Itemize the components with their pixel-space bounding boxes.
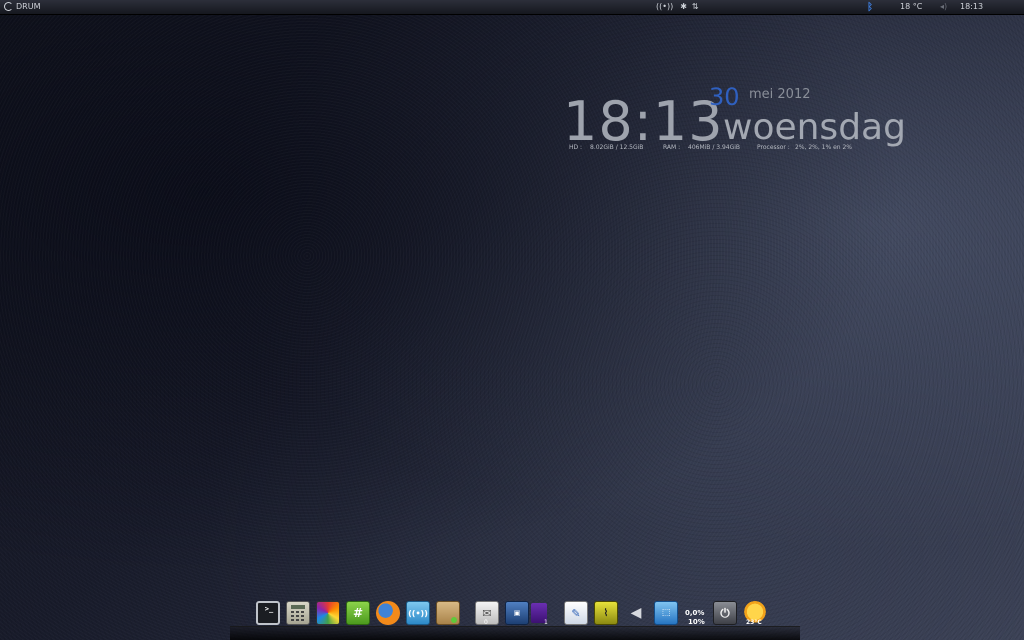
box-glyph-icon: ⬚: [661, 608, 671, 618]
bluetooth-icon[interactable]: ᛒ: [867, 2, 873, 13]
desktop-clock-time: 18:13: [563, 90, 724, 153]
speaker-glyph-icon: ◀: [630, 605, 642, 621]
weather-temperature: 18 °C: [900, 2, 923, 11]
pencil-glyph-icon: ✎: [571, 606, 581, 620]
activity-label: DRUM: [16, 2, 41, 11]
package-manager-icon[interactable]: [436, 601, 460, 625]
wallpaper-texture: [0, 0, 1024, 640]
power-icon[interactable]: ⏻: [713, 601, 737, 625]
mail-count-badge: 0: [484, 619, 488, 626]
power-glyph-icon: ⏻: [720, 605, 730, 620]
kde-launcher-icon[interactable]: [4, 2, 13, 11]
wireless-icon[interactable]: ((•)): [656, 2, 673, 11]
activity-switcher[interactable]: DRUM: [4, 2, 40, 11]
network-transfer-icon[interactable]: ⇅: [692, 2, 699, 11]
hd-label: HD :: [569, 144, 583, 151]
wifi-glyph-icon: ((•)): [408, 608, 428, 618]
speaker-icon[interactable]: ◂): [940, 2, 947, 11]
envelope-glyph-icon: ✉: [482, 606, 492, 620]
dock-shelf: [230, 626, 800, 640]
firefox-icon[interactable]: [376, 601, 400, 625]
hd-value: 8.02GiB / 12.5GiB: [590, 144, 644, 151]
install-badge-icon: [451, 617, 457, 623]
ram-value: 406MiB / 3.94GiB: [688, 144, 741, 151]
cpu-value: 2%, 2%, 1% en 2%: [795, 144, 853, 151]
text-editor-icon[interactable]: ✎: [564, 601, 588, 625]
desktop-clock-month-year: mei 2012: [749, 87, 811, 102]
wireless-manager-icon[interactable]: ((•)): [406, 601, 430, 625]
calculator-keys-icon: [291, 605, 305, 621]
panel-clock-time: 18:13: [960, 2, 984, 11]
top-panel: DRUM ((•)) ✱ ⇅ ᛒ 18 °C ◂) 18:13: [0, 0, 1024, 15]
bluetooth-tray[interactable]: ᛒ: [867, 2, 873, 13]
dropbox-icon[interactable]: ✱: [680, 2, 687, 11]
hash-glyph: #: [352, 606, 364, 620]
dropbox-dock-icon[interactable]: ⬚: [654, 601, 678, 625]
window-glyph-icon: ▣: [513, 609, 521, 617]
terminal-icon[interactable]: >_: [256, 601, 280, 625]
panel-clock[interactable]: 18:13: [960, 2, 983, 11]
cpu-monitor-bottom: 10%: [688, 618, 705, 626]
chart-glyph-icon: ⌇: [603, 607, 609, 619]
ram-label: RAM :: [663, 144, 681, 151]
hash-app-icon[interactable]: #: [346, 601, 370, 625]
calculator-icon[interactable]: [286, 601, 310, 625]
system-tray-center: ((•)) ✱ ⇅: [656, 2, 699, 11]
chart-app-icon[interactable]: ⌇: [594, 601, 618, 625]
desktop-clock-weekday: woensdag: [723, 107, 906, 148]
cpu-monitor-top: 0,0%: [685, 609, 705, 617]
dock-weather-temp: 23°C: [746, 619, 762, 626]
volume-tray[interactable]: ◂): [940, 2, 947, 11]
remote-desktop-icon[interactable]: ▣: [505, 601, 529, 625]
color-picker-icon[interactable]: [316, 601, 340, 625]
task-count-badge: 1: [544, 619, 548, 626]
weather-tray[interactable]: 18 °C: [900, 2, 922, 11]
desktop-clock-day: 30: [709, 83, 740, 111]
cpu-label: Processor :: [757, 144, 790, 151]
volume-icon[interactable]: ◀: [624, 601, 648, 625]
